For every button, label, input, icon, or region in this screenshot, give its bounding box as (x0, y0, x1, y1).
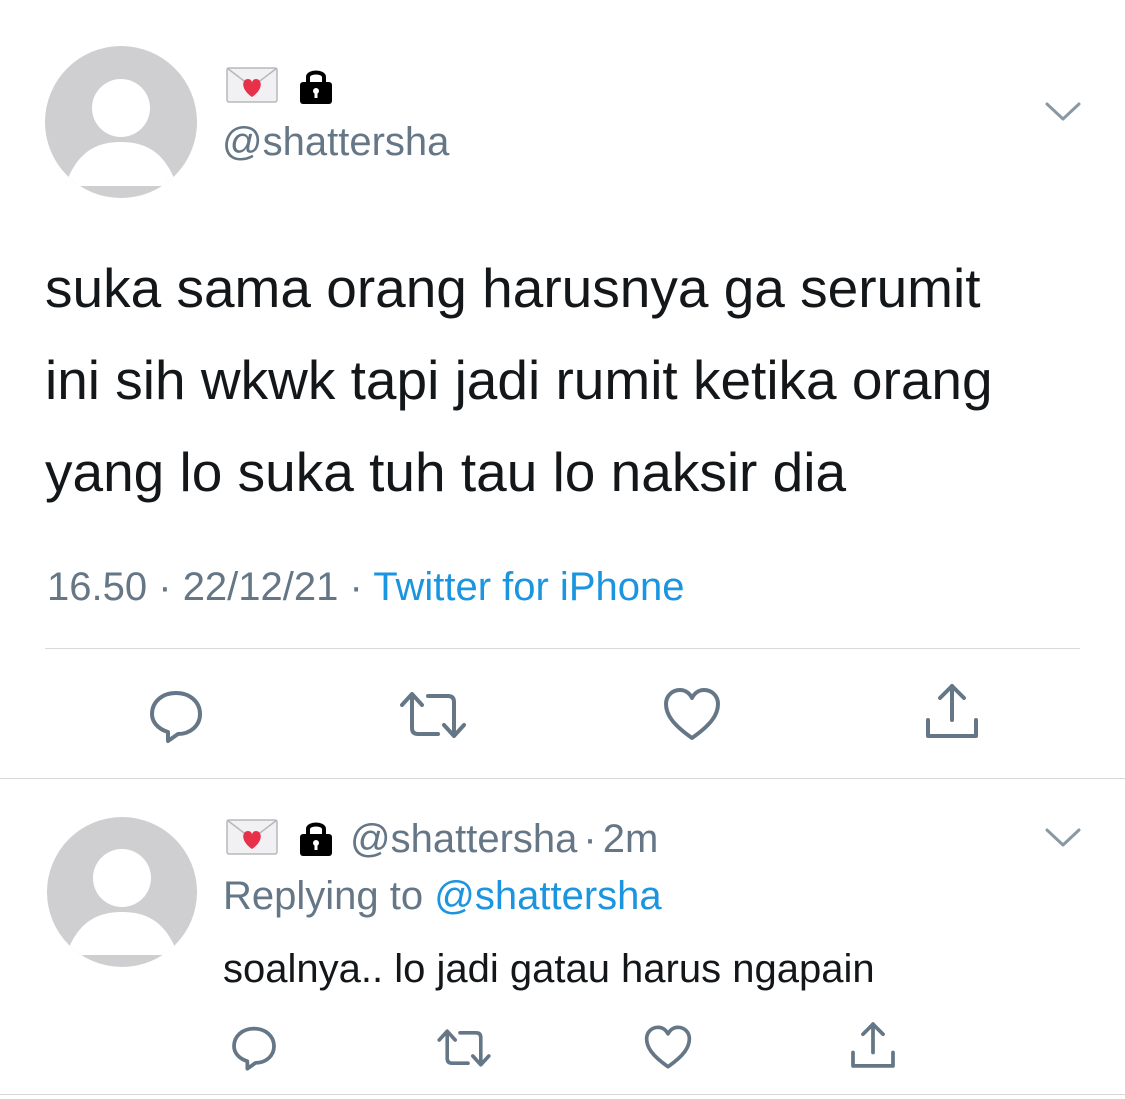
tweet-text-line: ini sih wkwk tapi jadi rumit ketika oran… (45, 349, 993, 411)
tweet-time: 16.50 (47, 565, 148, 609)
tweet-date: 22/12/21 (182, 565, 339, 609)
avatar[interactable] (47, 817, 197, 967)
divider (0, 778, 1125, 779)
divider (0, 1094, 1125, 1095)
lock-icon (296, 817, 336, 862)
lock-icon (296, 65, 336, 110)
handle[interactable]: @shattersha (350, 817, 577, 862)
reply-header: @shattersha · 2m (226, 815, 658, 863)
retweet-icon[interactable] (436, 1026, 492, 1070)
replying-to-handle-link[interactable]: @shattersha (434, 874, 661, 918)
love-letter-icon (226, 66, 278, 108)
like-icon[interactable] (643, 1024, 693, 1070)
tweet-text: suka sama orang harusnya ga serumit ini … (45, 242, 1105, 518)
reply-text: soalnya.. lo jadi gatau harus ngapain (223, 947, 875, 991)
tweet-meta: 16.50 · 22/12/21 · Twitter for iPhone (47, 563, 684, 611)
retweet-icon[interactable] (398, 688, 468, 742)
replying-to-label: Replying to (223, 874, 424, 918)
display-name[interactable] (226, 66, 336, 108)
replying-to: Replying to @shattersha (223, 872, 662, 920)
love-letter-icon (226, 818, 278, 860)
tweet-text-line: yang lo suka tuh tau lo naksir dia (45, 441, 847, 503)
tweet-text-line: suka sama orang harusnya ga serumit (45, 257, 981, 319)
meta-separator: · (349, 565, 363, 609)
reply-icon[interactable] (146, 685, 206, 745)
reply-time: 2m (602, 816, 659, 861)
meta-separator: · (158, 565, 172, 609)
chevron-down-icon[interactable] (1044, 100, 1082, 129)
divider (45, 648, 1080, 649)
avatar[interactable] (45, 46, 197, 198)
handle[interactable]: @shattersha (222, 118, 449, 166)
share-icon[interactable] (848, 1019, 898, 1071)
tweet-source-link[interactable]: Twitter for iPhone (373, 565, 684, 609)
like-icon[interactable] (662, 686, 722, 742)
meta-separator: · (583, 816, 597, 861)
share-icon[interactable] (922, 680, 982, 742)
reply-icon[interactable] (229, 1022, 279, 1072)
chevron-down-icon[interactable] (1044, 826, 1082, 855)
